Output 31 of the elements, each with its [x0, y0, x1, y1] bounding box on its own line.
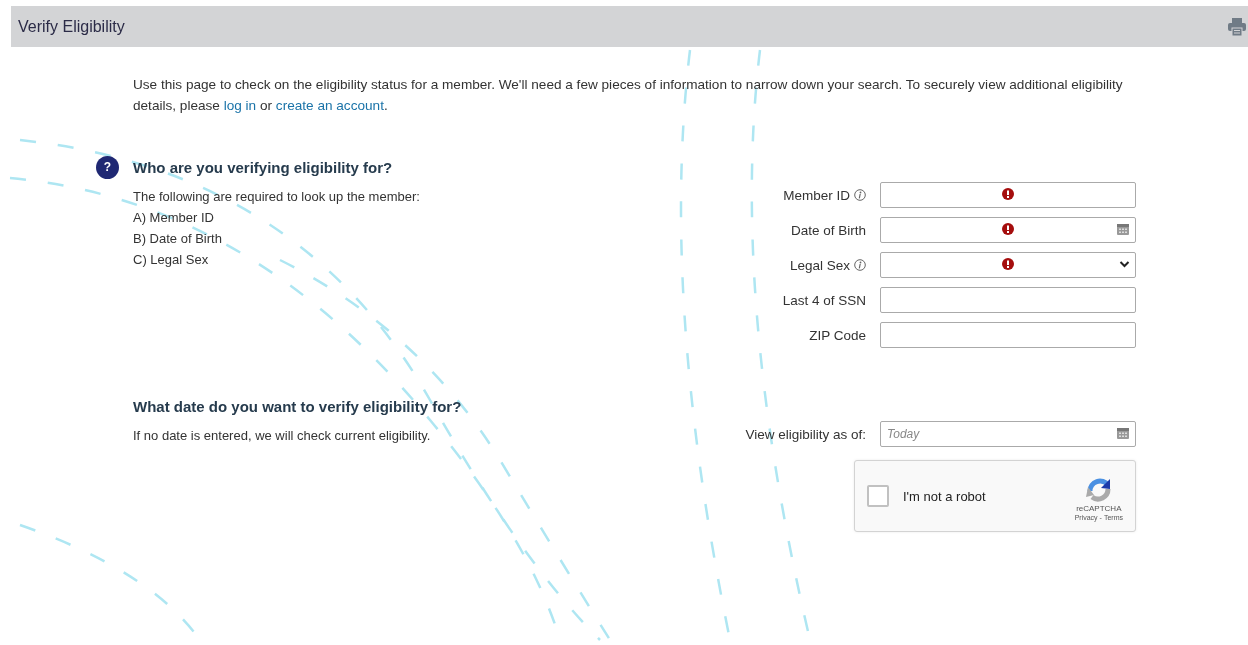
page-title: Verify Eligibility	[18, 17, 125, 36]
date-field[interactable]	[880, 217, 1136, 243]
print-icon[interactable]	[1228, 17, 1246, 36]
help-badge: ?	[96, 155, 119, 179]
field-label: Last 4 of SSN	[782, 292, 866, 308]
date-field[interactable]: Today	[880, 421, 1136, 447]
chevron-down-icon	[1119, 259, 1130, 269]
instruction-text: If no date is entered, we will check current eligibility.	[133, 427, 432, 445]
checkbox[interactable]	[867, 485, 889, 507]
intro-paragraph: Use this page to check on the eligibility status for a member. We'll need a few pieces of information to narrow down your search. To securely view additional eligibility details, please log in or create an account.	[133, 76, 1124, 115]
checkbox-label: I'm not a robot	[903, 488, 987, 504]
instruction-text: A) Member ID	[133, 209, 215, 227]
calendar-icon	[1116, 426, 1130, 440]
instruction-text: The following are required to look up the member:	[133, 188, 421, 206]
instruction-text: C) Legal Sex	[133, 251, 210, 269]
input-field[interactable]	[880, 322, 1136, 348]
field-label: ZIP Code	[809, 327, 866, 343]
input-field[interactable]	[880, 182, 1136, 208]
section-heading: Who are you verifying eligibility for?	[133, 158, 393, 176]
brand-text: reCAPTCHA	[1076, 504, 1122, 513]
input-field[interactable]	[880, 287, 1136, 313]
field-label: View eligibility as of:	[745, 426, 866, 442]
section-heading: What date do you want to verify eligibility for?	[133, 397, 462, 415]
field-label: Legal Sex	[789, 257, 850, 273]
text-link[interactable]: log in	[223, 98, 257, 113]
dropdown[interactable]	[880, 252, 1136, 278]
calendar-icon	[1116, 222, 1130, 236]
text-link[interactable]: create an account	[275, 98, 384, 113]
instruction-text: B) Date of Birth	[133, 230, 223, 248]
field-label: Date of Birth	[790, 222, 866, 238]
field-label: Member ID	[783, 187, 850, 203]
